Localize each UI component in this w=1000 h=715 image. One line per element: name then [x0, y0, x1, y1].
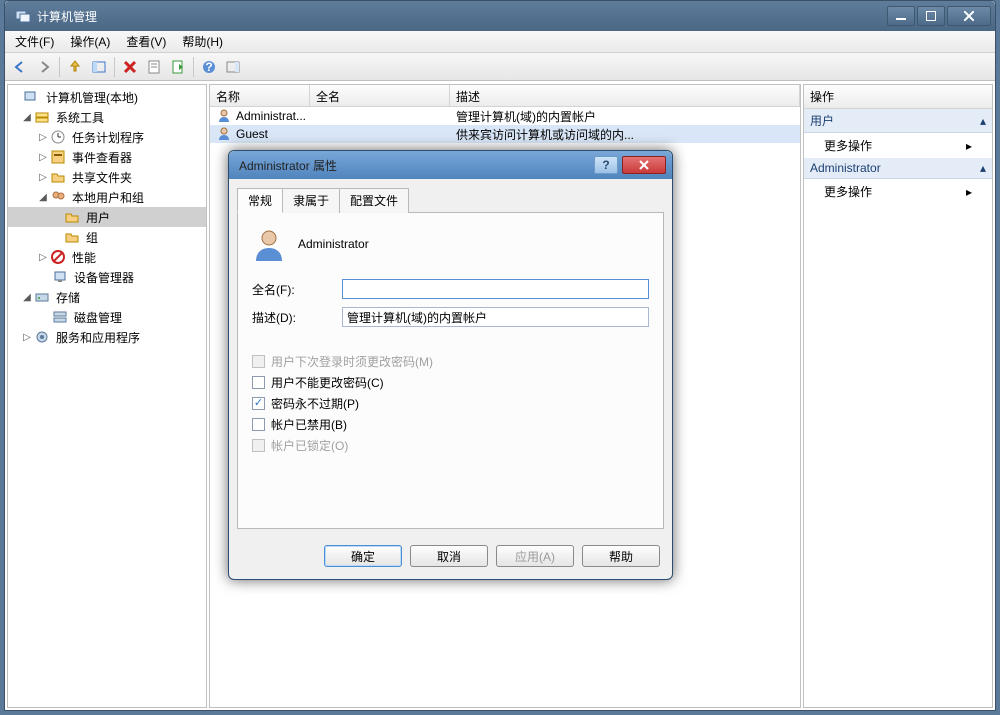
tabstrip: 常规 隶属于 配置文件 — [229, 179, 672, 212]
menu-help[interactable]: 帮助(H) — [174, 31, 231, 52]
tree-services-apps[interactable]: ▷服务和应用程序 — [8, 327, 206, 347]
check-never-expire[interactable]: 密码永不过期(P) — [252, 395, 649, 412]
toolbar: ? — [5, 53, 995, 81]
minimize-button[interactable] — [887, 6, 915, 26]
dialog-titlebar[interactable]: Administrator 属性 ? — [229, 151, 672, 179]
tree-disk-management[interactable]: 磁盘管理 — [8, 307, 206, 327]
user-avatar-icon — [252, 227, 286, 261]
maximize-button[interactable] — [917, 6, 945, 26]
tree-storage[interactable]: ◢存储 — [8, 287, 206, 307]
delete-button[interactable] — [119, 56, 141, 78]
checkbox-icon — [252, 418, 265, 431]
list-row-guest[interactable]: Guest 供来宾访问计算机或访问域的内... — [210, 125, 800, 143]
actions-pane: 操作 用户▴ 更多操作▸ Administrator▴ 更多操作▸ — [803, 84, 993, 708]
tree-local-users-groups[interactable]: ◢本地用户和组 — [8, 187, 206, 207]
app-icon — [15, 8, 31, 24]
list-row-administrator[interactable]: Administrat... 管理计算机(域)的内置帐户 — [210, 107, 800, 125]
menu-action[interactable]: 操作(A) — [62, 31, 118, 52]
actions-more-2[interactable]: 更多操作▸ — [804, 179, 992, 204]
col-desc[interactable]: 描述 — [450, 85, 800, 106]
tree-users[interactable]: 用户 — [8, 207, 206, 227]
tree-task-scheduler[interactable]: ▷任务计划程序 — [8, 127, 206, 147]
actions-header: 操作 — [804, 85, 992, 109]
dialog-help-bottom-button[interactable]: 帮助 — [582, 545, 660, 567]
window-title: 计算机管理 — [37, 8, 887, 25]
close-button[interactable] — [947, 6, 991, 26]
check-must-change: 用户下次登录时须更改密码(M) — [252, 353, 649, 370]
checkbox-icon — [252, 397, 265, 410]
actions-section-administrator[interactable]: Administrator▴ — [804, 158, 992, 179]
export-button[interactable] — [167, 56, 189, 78]
apply-button[interactable]: 应用(A) — [496, 545, 574, 567]
checkbox-icon — [252, 439, 265, 452]
dialog-close-button[interactable] — [622, 156, 666, 174]
tree-systools[interactable]: ◢系统工具 — [8, 107, 206, 127]
ok-button[interactable]: 确定 — [324, 545, 402, 567]
tree-groups[interactable]: 组 — [8, 227, 206, 247]
tree-shared-folders[interactable]: ▷共享文件夹 — [8, 167, 206, 187]
tab-profile[interactable]: 配置文件 — [339, 188, 409, 213]
checkbox-icon — [252, 355, 265, 368]
svg-text:?: ? — [602, 160, 609, 170]
desc-input[interactable] — [342, 307, 649, 327]
check-cannot-change[interactable]: 用户不能更改密码(C) — [252, 374, 649, 391]
help-button[interactable]: ? — [198, 56, 220, 78]
show-hide-tree-button[interactable] — [88, 56, 110, 78]
properties-dialog: Administrator 属性 ? 常规 隶属于 配置文件 Administr… — [228, 150, 673, 580]
col-name[interactable]: 名称 — [210, 85, 310, 106]
user-icon — [216, 126, 232, 142]
desc-label: 描述(D): — [252, 309, 342, 326]
menubar: 文件(F) 操作(A) 查看(V) 帮助(H) — [5, 31, 995, 53]
svg-text:?: ? — [205, 60, 212, 74]
back-button[interactable] — [9, 56, 31, 78]
actions-section-users[interactable]: 用户▴ — [804, 109, 992, 133]
username-label: Administrator — [298, 237, 369, 251]
collapse-icon: ▴ — [980, 114, 986, 128]
tab-general[interactable]: 常规 — [237, 188, 283, 213]
tab-memberof[interactable]: 隶属于 — [282, 188, 340, 213]
tree-device-manager[interactable]: 设备管理器 — [8, 267, 206, 287]
menu-view[interactable]: 查看(V) — [118, 31, 174, 52]
cancel-button[interactable]: 取消 — [410, 545, 488, 567]
user-icon — [216, 108, 232, 124]
fullname-input[interactable] — [342, 279, 649, 299]
dialog-help-button[interactable]: ? — [594, 156, 618, 174]
properties-button[interactable] — [143, 56, 165, 78]
up-button[interactable] — [64, 56, 86, 78]
actions-more-1[interactable]: 更多操作▸ — [804, 133, 992, 158]
chevron-right-icon: ▸ — [966, 185, 972, 199]
tab-page-general: Administrator 全名(F): 描述(D): 用户下次登录时须更改密码… — [237, 212, 664, 529]
list-header: 名称 全名 描述 — [210, 85, 800, 107]
dialog-title: Administrator 属性 — [235, 157, 594, 174]
forward-button[interactable] — [33, 56, 55, 78]
fullname-label: 全名(F): — [252, 281, 342, 298]
check-account-disabled[interactable]: 帐户已禁用(B) — [252, 416, 649, 433]
chevron-right-icon: ▸ — [966, 139, 972, 153]
checkbox-icon — [252, 376, 265, 389]
action-pane-button[interactable] — [222, 56, 244, 78]
check-account-locked: 帐户已锁定(O) — [252, 437, 649, 454]
tree-performance[interactable]: ▷性能 — [8, 247, 206, 267]
main-window-titlebar[interactable]: 计算机管理 — [5, 1, 995, 31]
collapse-icon: ▴ — [980, 161, 986, 175]
tree-root[interactable]: 计算机管理(本地) — [8, 87, 206, 107]
tree-event-viewer[interactable]: ▷事件查看器 — [8, 147, 206, 167]
menu-file[interactable]: 文件(F) — [7, 31, 62, 52]
col-fullname[interactable]: 全名 — [310, 85, 450, 106]
tree-pane: 计算机管理(本地) ◢系统工具 ▷任务计划程序 ▷事件查看器 ▷共享文件夹 ◢本… — [7, 84, 207, 708]
